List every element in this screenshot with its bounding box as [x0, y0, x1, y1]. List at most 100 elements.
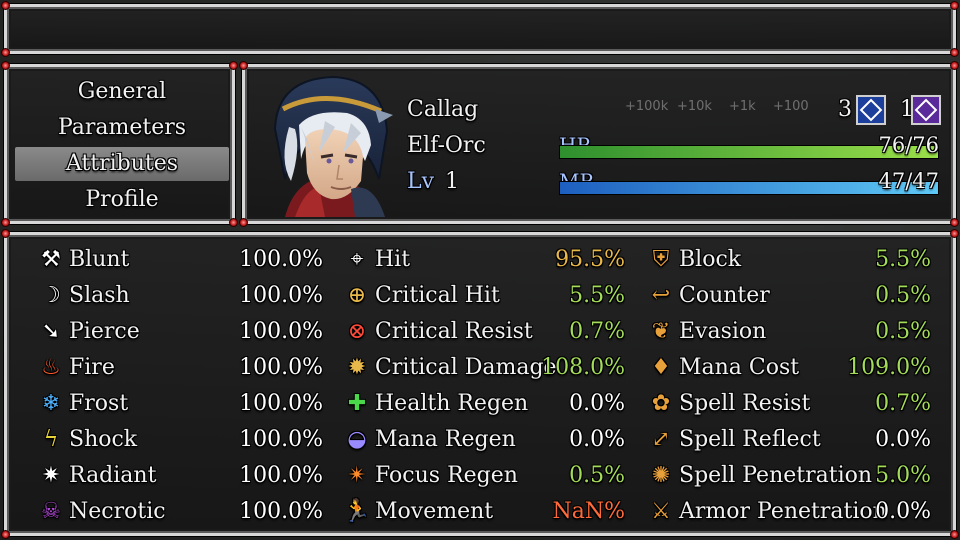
attribute-value: 0.5%	[875, 318, 931, 344]
attribute-row: ✹ Critical Damage 108.0%	[343, 349, 625, 385]
window-corner-ornament	[1, 530, 10, 539]
hit-icon: ⌖	[350, 246, 364, 272]
attribute-row: ✚ Health Regen 0.0%	[343, 385, 625, 421]
attribute-row: ♦ Mana Cost 109.0%	[647, 349, 931, 385]
movement-icon: 🏃	[343, 498, 371, 524]
mp-value: 47/47	[878, 169, 939, 193]
attribute-value: 5.0%	[875, 462, 931, 488]
attribute-row: ⛨ Block 5.5%	[647, 241, 931, 277]
menu-item-parameters[interactable]: Parameters	[15, 111, 229, 145]
radiant-icon: ✷	[41, 462, 61, 488]
menu-item-general[interactable]: General	[15, 75, 229, 109]
window-corner-ornament	[229, 218, 238, 227]
critical-hit-icon: ⊕	[347, 282, 367, 308]
attribute-value: NaN%	[552, 498, 625, 524]
spell-reflect-icon: ⤢	[651, 426, 671, 452]
menu-item-profile[interactable]: Profile	[15, 183, 229, 217]
attribute-name: Evasion	[679, 318, 767, 344]
window-corner-ornament	[950, 229, 959, 238]
window-corner-ornament	[950, 48, 959, 57]
attribute-value: 100.0%	[239, 462, 323, 488]
window-corner-ornament	[950, 218, 959, 227]
attribute-name: Spell Reflect	[679, 426, 821, 452]
shock-icon: ϟ	[43, 426, 59, 452]
actor-status-window: Callag Elf-Orc Lv 1 +100k +10k +1k +100 …	[239, 61, 959, 227]
evasion-icon: ❦	[651, 318, 671, 344]
attribute-row: ◒ Mana Regen 0.0%	[343, 421, 625, 457]
attribute-name: Shock	[69, 426, 138, 452]
sp-badge-icon	[856, 95, 886, 125]
attribute-value: 100.0%	[239, 246, 323, 272]
attribute-name: Radiant	[69, 462, 157, 488]
attribute-value: 0.0%	[569, 426, 625, 452]
attribute-value: 100.0%	[239, 390, 323, 416]
pierce-icon: ➘	[41, 318, 61, 344]
window-corner-ornament	[950, 61, 959, 70]
attribute-row: ↩ Counter 0.5%	[647, 277, 931, 313]
mana-regen-icon: ◒	[347, 426, 367, 452]
attribute-row: ⊕ Critical Hit 5.5%	[343, 277, 625, 313]
mana-cost-icon: ♦	[651, 354, 671, 380]
window-corner-ornament	[229, 61, 238, 70]
attribute-value: 100.0%	[239, 426, 323, 452]
attribute-name: Spell Penetration	[679, 462, 873, 488]
attribute-name: Fire	[69, 354, 115, 380]
menu-item-attributes[interactable]: Attributes	[15, 147, 229, 181]
critical-resist-icon: ⊗	[347, 318, 367, 344]
attribute-name: Critical Hit	[375, 282, 500, 308]
focus-regen-icon: ✴	[347, 462, 367, 488]
attribute-name: Necrotic	[69, 498, 166, 524]
attribute-row: ✿ Spell Resist 0.7%	[647, 385, 931, 421]
window-corner-ornament	[1, 61, 10, 70]
necrotic-icon: ☠	[41, 498, 61, 524]
attribute-value: 5.5%	[875, 246, 931, 272]
skill-points-count: 3	[838, 97, 852, 122]
blunt-icon: ⚒	[41, 246, 61, 272]
frost-icon: ❄	[41, 390, 61, 416]
actor-name: Callag	[407, 97, 479, 122]
attribute-value: 0.0%	[875, 498, 931, 524]
attribute-row: ✴ Focus Regen 0.5%	[343, 457, 625, 493]
attribute-name: Critical Damage	[375, 354, 557, 380]
attribute-name: Armor Penetration	[679, 498, 887, 524]
attribute-row: ❦ Evasion 0.5%	[647, 313, 931, 349]
attribute-name: Mana Cost	[679, 354, 800, 380]
attribute-name: Spell Resist	[679, 390, 811, 416]
shortcut-label: +1k	[729, 99, 756, 114]
attribute-value: 5.5%	[569, 282, 625, 308]
attribute-row: ☽ Slash 100.0%	[37, 277, 323, 313]
attribute-name: Mana Regen	[375, 426, 516, 452]
window-corner-ornament	[950, 1, 959, 10]
attribute-value: 100.0%	[239, 354, 323, 380]
attribute-name: Focus Regen	[375, 462, 518, 488]
attribute-value: 109.0%	[847, 354, 931, 380]
attribute-row: ♨ Fire 100.0%	[37, 349, 323, 385]
health-regen-icon: ✚	[347, 390, 367, 416]
attribute-value: 108.0%	[541, 354, 625, 380]
window-corner-ornament	[1, 1, 10, 10]
help-window	[1, 1, 959, 57]
knight-portrait	[273, 75, 393, 217]
attribute-name: Slash	[69, 282, 130, 308]
category-menu: General Parameters Attributes Profile	[1, 61, 238, 227]
attribute-value: 0.5%	[569, 462, 625, 488]
attribute-row: ⌖ Hit 95.5%	[343, 241, 625, 277]
attribute-row: ☠ Necrotic 100.0%	[37, 493, 323, 529]
attribute-row: 🏃 Movement NaN%	[343, 493, 625, 529]
attribute-row: ✺ Spell Penetration 5.0%	[647, 457, 931, 493]
attribute-name: Block	[679, 246, 742, 272]
attribute-name: Hit	[375, 246, 411, 272]
attributes-window: ⚒ Blunt 100.0% ☽ Slash 100.0% ➘ Pierce 100.0% ♨ Fi…	[1, 229, 959, 539]
attribute-row: ✷ Radiant 100.0%	[37, 457, 323, 493]
attribute-row: ⚔ Armor Penetration 0.0%	[647, 493, 931, 529]
attribute-row: ϟ Shock 100.0%	[37, 421, 323, 457]
fire-icon: ♨	[41, 354, 61, 380]
actor-race: Elf-Orc	[407, 133, 486, 158]
attribute-name: Pierce	[69, 318, 140, 344]
window-corner-ornament	[239, 61, 248, 70]
attribute-value: 100.0%	[239, 318, 323, 344]
shortcut-label: +10k	[677, 99, 712, 114]
level-label: Lv	[407, 169, 435, 194]
attribute-name: Critical Resist	[375, 318, 533, 344]
attribute-value: 100.0%	[239, 282, 323, 308]
